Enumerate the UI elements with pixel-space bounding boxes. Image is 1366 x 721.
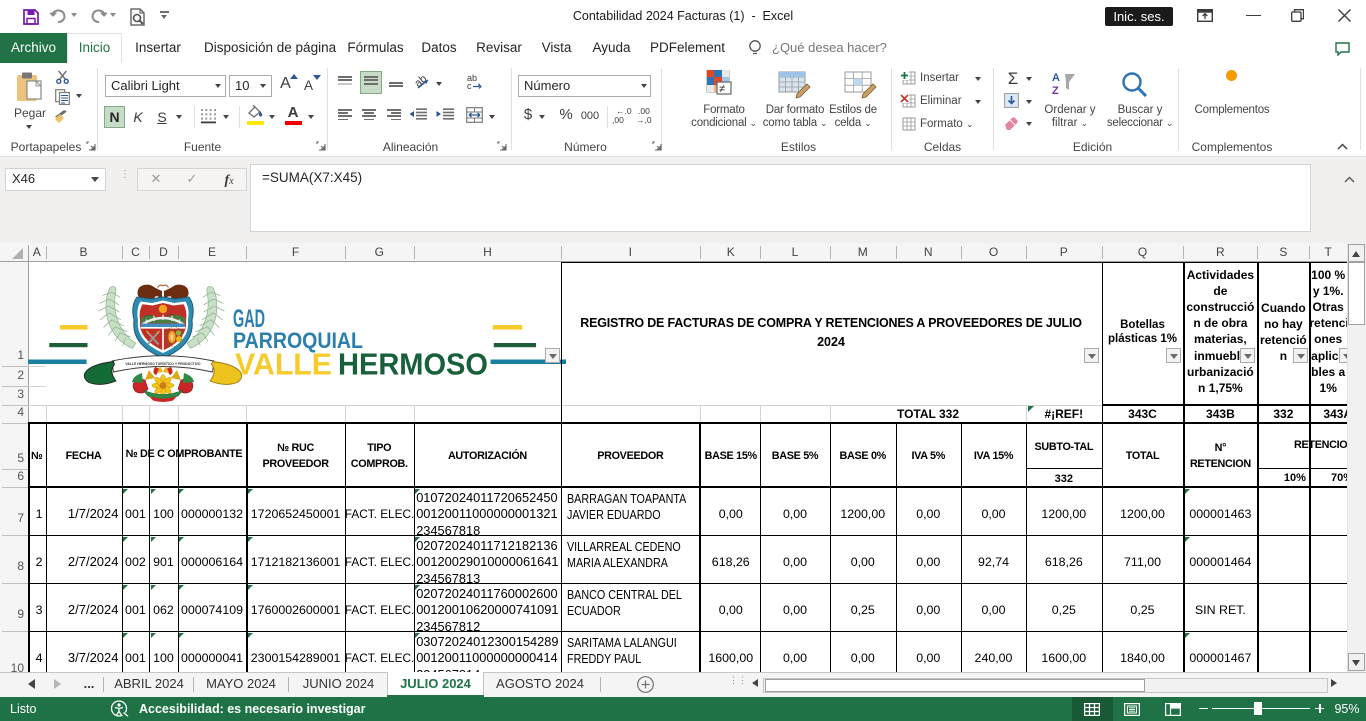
svg-text:A: A [1052,72,1060,84]
svg-text:,00: ,00 [612,115,624,124]
svg-text:HERMOSO: HERMOSO [338,347,488,382]
svg-text:Z: Z [1052,85,1059,96]
svg-text:≠: ≠ [719,83,725,95]
svg-text:VALLE HERMOSO TURÍSTICO Y PROD: VALLE HERMOSO TURÍSTICO Y PRODUCTIVO [125,361,201,366]
svg-text:VALLE: VALLE [235,347,332,382]
svg-text:c: c [467,81,472,91]
svg-text:→,0: →,0 [636,115,652,124]
